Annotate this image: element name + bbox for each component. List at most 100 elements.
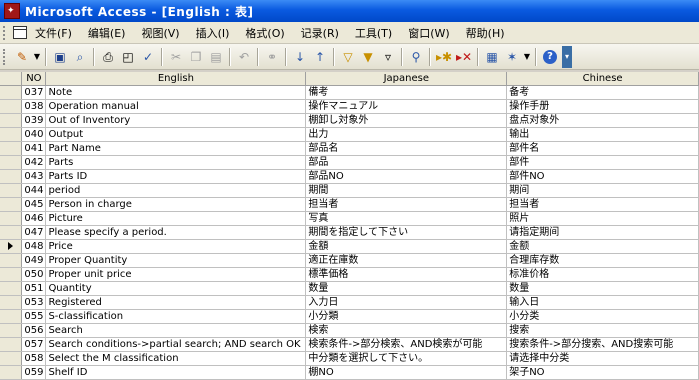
insert-hyperlink-icon[interactable]: ⚭	[263, 48, 281, 66]
column-header-japanese[interactable]: Japanese	[305, 72, 508, 86]
table-row[interactable]: 057 Search conditions->partial search; AN…	[0, 337, 699, 352]
cell-japanese[interactable]: 検索条件->部分検索、AND検索が可能	[305, 337, 508, 352]
cell-no[interactable]: 041	[21, 141, 47, 156]
table-row[interactable]: 038 Operation manual 操作マニュアル 操作手册	[0, 99, 699, 114]
table-row[interactable]: 055 S-classification 小分類 小分类	[0, 309, 699, 324]
cell-japanese[interactable]: 担当者	[305, 197, 508, 212]
cell-japanese[interactable]: 出力	[305, 127, 508, 142]
record-selector[interactable]	[0, 99, 23, 114]
record-selector[interactable]	[0, 239, 23, 254]
cell-no[interactable]: 042	[21, 155, 47, 170]
record-selector[interactable]	[0, 183, 23, 198]
filter-by-selection-icon[interactable]: ▽	[339, 48, 357, 66]
cell-chinese[interactable]: 输入日	[506, 295, 699, 310]
cell-chinese[interactable]: 请指定期间	[506, 225, 699, 240]
cell-chinese[interactable]: 担当者	[506, 197, 699, 212]
print-icon[interactable]: ⎙	[99, 48, 117, 66]
cell-chinese[interactable]: 输出	[506, 127, 699, 142]
record-selector[interactable]	[0, 323, 23, 338]
cell-english[interactable]: period	[45, 183, 307, 198]
table-row[interactable]: 049 Proper Quantity 適正在庫数 合理库存数	[0, 253, 699, 268]
table-row[interactable]: 047 Please specify a period. 期間を指定して下さい 请指定…	[0, 225, 699, 240]
record-selector[interactable]	[0, 337, 23, 352]
menu-tools[interactable]: 工具(T)	[355, 25, 392, 41]
cell-english[interactable]: Search conditions->partial search; AND s…	[45, 337, 307, 352]
cell-english[interactable]: S-classification	[45, 309, 307, 324]
cell-english[interactable]: Please specify a period.	[45, 225, 307, 240]
cell-english[interactable]: Search	[45, 323, 307, 338]
cell-english[interactable]: Parts	[45, 155, 307, 170]
cell-japanese[interactable]: 入力日	[305, 295, 508, 310]
record-selector[interactable]	[0, 351, 23, 366]
cell-chinese[interactable]: 合理库存数	[506, 253, 699, 268]
menu-file[interactable]: 文件(F)	[35, 25, 72, 41]
column-header-english[interactable]: English	[45, 72, 307, 86]
cell-japanese[interactable]: 棚NO	[305, 365, 508, 380]
cell-english[interactable]: Output	[45, 127, 307, 142]
cell-japanese[interactable]: 部品NO	[305, 169, 508, 184]
cell-chinese[interactable]: 架子NO	[506, 365, 699, 380]
column-header-chinese[interactable]: Chinese	[506, 72, 699, 86]
cell-no[interactable]: 038	[21, 99, 47, 114]
record-selector[interactable]	[0, 85, 23, 100]
cell-english[interactable]: Parts ID	[45, 169, 307, 184]
table-row[interactable]: 043 Parts ID 部品NO 部件NO	[0, 169, 699, 184]
record-selector[interactable]	[0, 365, 23, 380]
cell-no[interactable]: 049	[21, 253, 47, 268]
select-all-cell[interactable]	[0, 72, 23, 86]
menubar-grip[interactable]	[3, 25, 9, 40]
cell-chinese[interactable]: 数量	[506, 281, 699, 296]
cell-chinese[interactable]: 期间	[506, 183, 699, 198]
cell-no[interactable]: 044	[21, 183, 47, 198]
cell-no[interactable]: 040	[21, 127, 47, 142]
new-object-icon[interactable]: ✶	[503, 48, 521, 66]
apply-filter-icon[interactable]: ▿	[379, 48, 397, 66]
design-view-icon[interactable]: ✎	[13, 48, 31, 66]
cell-english[interactable]: Shelf ID	[45, 365, 307, 380]
cell-no[interactable]: 037	[21, 85, 47, 100]
record-selector[interactable]	[0, 267, 23, 282]
cell-japanese[interactable]: 中分類を選択して下さい。	[305, 351, 508, 366]
cell-english[interactable]: Select the M classification	[45, 351, 307, 366]
table-row[interactable]: 056 Search 検索 搜索	[0, 323, 699, 338]
cell-chinese[interactable]: 标准价格	[506, 267, 699, 282]
record-selector[interactable]	[0, 253, 23, 268]
table-row[interactable]: 044 period 期間 期间	[0, 183, 699, 198]
cell-english[interactable]: Operation manual	[45, 99, 307, 114]
cell-english[interactable]: Proper Quantity	[45, 253, 307, 268]
search-icon[interactable]: ⌕	[71, 48, 89, 66]
cell-chinese[interactable]: 操作手册	[506, 99, 699, 114]
table-row[interactable]: 040 Output 出力 输出	[0, 127, 699, 142]
cell-japanese[interactable]: 検索	[305, 323, 508, 338]
paste-icon[interactable]: ▤	[207, 48, 225, 66]
table-row[interactable]: 039 Out of Inventory 棚卸し対象外 盘点对象外	[0, 113, 699, 128]
table-row[interactable]: 041 Part Name 部品名 部件名	[0, 141, 699, 156]
cell-no[interactable]: 051	[21, 281, 47, 296]
cell-japanese[interactable]: 数量	[305, 281, 508, 296]
cell-english[interactable]: Person in charge	[45, 197, 307, 212]
database-window-icon[interactable]: ▦	[483, 48, 501, 66]
cell-no[interactable]: 047	[21, 225, 47, 240]
help-button[interactable]: ?	[541, 48, 559, 66]
cell-japanese[interactable]: 部品名	[305, 141, 508, 156]
record-selector[interactable]	[0, 141, 23, 156]
record-selector[interactable]	[0, 211, 23, 226]
cell-japanese[interactable]: 適正在庫数	[305, 253, 508, 268]
cell-no[interactable]: 043	[21, 169, 47, 184]
cell-no[interactable]: 050	[21, 267, 47, 282]
cell-japanese[interactable]: 写真	[305, 211, 508, 226]
toolbar-options-icon[interactable]: ▾	[562, 45, 572, 68]
cell-english[interactable]: Picture	[45, 211, 307, 226]
menu-insert[interactable]: 插入(I)	[196, 25, 230, 41]
cell-english[interactable]: Out of Inventory	[45, 113, 307, 128]
cell-no[interactable]: 039	[21, 113, 47, 128]
cell-japanese[interactable]: 棚卸し対象外	[305, 113, 508, 128]
save-icon[interactable]: ▣	[51, 48, 69, 66]
record-selector[interactable]	[0, 155, 23, 170]
cell-english[interactable]: Registered	[45, 295, 307, 310]
cell-chinese[interactable]: 请选择中分类	[506, 351, 699, 366]
undo-icon[interactable]: ↶	[235, 48, 253, 66]
cell-japanese[interactable]: 備考	[305, 85, 508, 100]
find-icon[interactable]: ⚲	[407, 48, 425, 66]
cell-japanese[interactable]: 小分類	[305, 309, 508, 324]
